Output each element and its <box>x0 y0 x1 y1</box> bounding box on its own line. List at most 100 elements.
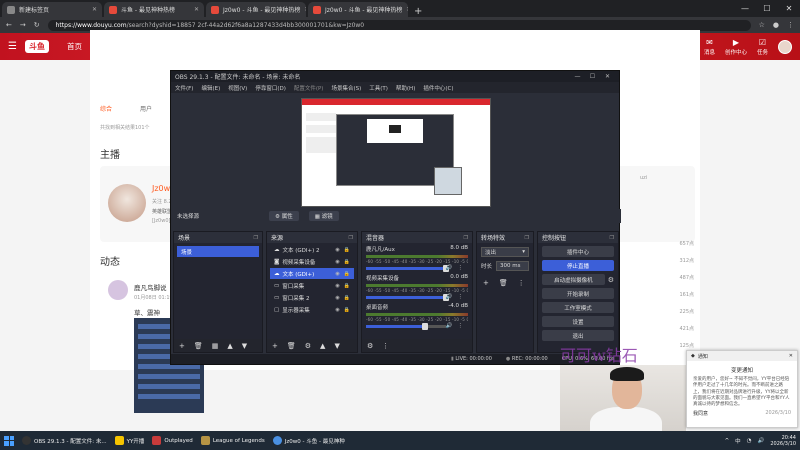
gear-icon[interactable]: ⚙ <box>608 276 614 284</box>
volume-slider[interactable] <box>366 294 449 301</box>
source-item[interactable]: ▭ 窗口采集 ◉ 🔒 <box>270 280 354 291</box>
virtual-camera-button[interactable]: 启动虚拟摄像机 <box>542 274 605 285</box>
messages-button[interactable]: ✉ 消息 <box>704 38 715 56</box>
source-item[interactable]: ☁ 文本 (GDI+) 2 ◉ 🔒 <box>270 244 354 255</box>
taskbar-item-chrome[interactable]: Jz0w0 - 斗鱼 - 最见神种 <box>272 436 345 445</box>
gear-icon[interactable]: ⚙ <box>367 342 373 350</box>
add-icon[interactable]: + <box>272 342 278 350</box>
trash-icon[interactable]: 🗑 <box>287 342 296 350</box>
exit-button[interactable]: 退出 <box>542 330 614 341</box>
lock-icon[interactable]: 🔒 <box>344 259 350 265</box>
filters-button[interactable]: ▦ 滤镜 <box>308 211 339 221</box>
menu-docks[interactable]: 停靠窗口(D) <box>255 84 286 92</box>
taskbar-item-obs[interactable]: OBS 29.1.3 - 配置文件: 未... <box>22 436 107 445</box>
lock-icon[interactable]: 🔒 <box>344 247 350 253</box>
trash-icon[interactable]: 🗑 <box>499 279 508 287</box>
user-avatar[interactable] <box>778 39 792 54</box>
creator-center-button[interactable]: ▶ 创作中心 <box>725 38 747 56</box>
dock-undock-icon[interactable]: ❐ <box>610 235 614 241</box>
clock[interactable]: 20:44 2026/3/10 <box>770 435 796 447</box>
more-icon[interactable]: ⋮ <box>518 279 525 287</box>
volume-slider[interactable] <box>366 265 449 272</box>
add-icon[interactable]: + <box>483 279 489 287</box>
menu-plugins[interactable]: 插件中心(C) <box>423 84 453 92</box>
gear-icon[interactable]: ⚙ <box>305 342 311 350</box>
close-icon[interactable]: ✕ <box>92 6 97 13</box>
url-input[interactable]: https://www.douyu.com/search?dyshid=1885… <box>47 19 751 31</box>
back-icon[interactable]: ← <box>6 21 12 29</box>
eye-icon[interactable]: ◉ <box>335 295 339 301</box>
menu-edit[interactable]: 编辑(E) <box>201 84 220 92</box>
browser-tab[interactable]: 斗鱼 - 最见神种热榜 ✕ <box>104 2 204 17</box>
down-icon[interactable]: ▼ <box>334 342 339 350</box>
source-item[interactable]: ▭ 窗口采集 2 ◉ 🔒 <box>270 292 354 303</box>
tab-users[interactable]: 用户 <box>140 104 152 113</box>
speaker-icon[interactable]: 🔊 <box>446 265 453 271</box>
obs-preview[interactable] <box>301 98 491 207</box>
dock-undock-icon[interactable]: ❐ <box>254 235 258 241</box>
reload-icon[interactable]: ↻ <box>34 21 40 29</box>
taskbar-item-yy[interactable]: YY开播 <box>114 436 144 445</box>
add-icon[interactable]: + <box>179 342 185 350</box>
minimize-icon[interactable]: — <box>570 73 585 80</box>
down-icon[interactable]: ▼ <box>242 342 247 350</box>
network-icon[interactable]: ◔ <box>747 438 752 444</box>
eye-icon[interactable]: ◉ <box>335 283 339 289</box>
lock-icon[interactable]: 🔒 <box>344 271 350 277</box>
chevron-up-icon[interactable]: ^ <box>725 438 730 444</box>
lock-icon[interactable]: 🔒 <box>344 283 350 289</box>
close-icon[interactable]: ✕ <box>789 353 793 359</box>
more-icon[interactable]: ⋮ <box>458 294 464 300</box>
up-icon[interactable]: ▲ <box>320 342 325 350</box>
duration-input[interactable]: 300 ms <box>496 261 529 271</box>
eye-icon[interactable]: ◉ <box>335 307 339 313</box>
browser-tab-active[interactable]: Jz0w0 - 斗鱼 - 最见神种热榜✕ <box>206 2 306 17</box>
windows-start-icon[interactable] <box>4 435 14 446</box>
browser-tab[interactable]: 新建标签页 ✕ <box>2 2 102 17</box>
menu-dots-icon[interactable]: ⋮ <box>787 21 794 29</box>
filter-icon[interactable]: ▦ <box>212 342 219 350</box>
menu-file[interactable]: 文件(F) <box>175 84 193 92</box>
tab-all[interactable]: 综合 <box>100 104 112 113</box>
dynamic-avatar[interactable] <box>108 280 128 300</box>
plugin-center-button[interactable]: 插件中心 <box>542 246 614 257</box>
close-icon[interactable]: ✕ <box>304 6 306 13</box>
browser-tab[interactable]: Jz0w0 - 斗鱼 - 最见神种热榜✕ <box>308 2 408 17</box>
close-icon[interactable]: ✕ <box>778 4 800 13</box>
menu-profile[interactable]: 配置文件(P) <box>294 84 324 92</box>
taskbar-item-outplayed[interactable]: Outplayed <box>152 436 193 445</box>
menu-help[interactable]: 帮助(H) <box>396 84 415 92</box>
menu-tools[interactable]: 工具(T) <box>369 84 388 92</box>
stop-stream-button[interactable]: 停止直播 <box>542 260 614 271</box>
volume-slider[interactable] <box>366 323 446 330</box>
tasks-button[interactable]: ☑ 任务 <box>757 38 768 56</box>
dynamic-author[interactable]: 鹿凡鸟脚说 <box>134 282 167 292</box>
taskbar-item-lol[interactable]: League of Legends <box>200 436 265 445</box>
profile-icon[interactable]: ● <box>773 21 779 29</box>
eye-icon[interactable]: ◉ <box>335 247 339 253</box>
scene-item[interactable]: 场景 <box>177 246 259 257</box>
more-icon[interactable]: ⋮ <box>382 342 389 350</box>
dock-undock-icon[interactable]: ❐ <box>525 235 529 241</box>
speaker-icon[interactable]: 🔊 <box>446 294 453 300</box>
source-item[interactable]: ▢ 显示器采集 ◉ 🔒 <box>270 304 354 315</box>
close-icon[interactable]: ✕ <box>194 6 199 13</box>
ime-indicator[interactable]: 中 <box>735 437 741 445</box>
lock-icon[interactable]: 🔒 <box>344 295 350 301</box>
trash-icon[interactable]: 🗑 <box>194 342 203 350</box>
dock-undock-icon[interactable]: ❐ <box>349 235 353 241</box>
star-icon[interactable]: ☆ <box>759 21 765 29</box>
dock-undock-icon[interactable]: ❐ <box>464 235 468 241</box>
studio-mode-button[interactable]: 工作室模式 <box>542 302 614 313</box>
source-item-selected[interactable]: ☁ 文本 (GDI+) ◉ 🔒 <box>270 268 354 279</box>
agree-button[interactable]: 我同意 <box>693 410 708 417</box>
speaker-icon[interactable]: 🔊 <box>446 323 453 329</box>
maximize-icon[interactable]: ☐ <box>585 73 600 80</box>
forward-icon[interactable]: → <box>20 21 26 29</box>
anchor-avatar[interactable] <box>108 184 146 222</box>
more-icon[interactable]: ⋮ <box>458 265 464 271</box>
start-record-button[interactable]: 开始录制 <box>542 288 614 299</box>
minimize-icon[interactable]: — <box>734 4 756 13</box>
eye-icon[interactable]: ◉ <box>335 271 339 277</box>
menu-view[interactable]: 视图(V) <box>228 84 247 92</box>
